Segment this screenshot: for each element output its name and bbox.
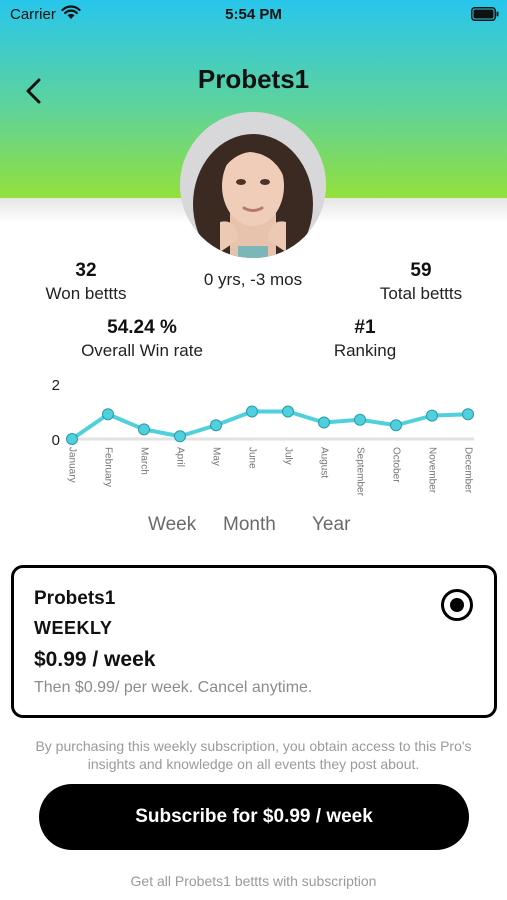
win-rate-label: Overall Win rate (81, 341, 203, 360)
age-label: 0 yrs, -3 mos (203, 270, 303, 289)
data-point (426, 409, 438, 422)
ranking-value: #1 (354, 317, 376, 338)
x-tick-label: October (390, 447, 401, 483)
data-point (138, 423, 150, 436)
plan-period: WEEKLY (34, 618, 113, 638)
data-point (282, 405, 294, 418)
won-bets-label: Won bettts (45, 284, 127, 303)
x-tick-label: February (102, 447, 113, 487)
x-tick-label: May (210, 447, 221, 466)
period-tabs: Week Month Year (0, 514, 507, 540)
ranking-label: Ranking (333, 341, 397, 360)
subscription-disclaimer: By purchasing this weekly subscription, … (35, 738, 472, 772)
ranking-stat: #1 Ranking (315, 317, 415, 361)
subscription-plan-card[interactable]: Probets1 WEEKLY $0.99 / week Then $0.99/… (11, 565, 497, 718)
total-bets-stat: 59 Total bettts (366, 260, 476, 304)
win-rate-value: 54.24 % (107, 317, 177, 338)
plan-price: $0.99 / week (34, 648, 156, 671)
profile-avatar (180, 112, 326, 258)
page-title: Probets1 (197, 64, 310, 94)
age-stat: 0 yrs, -3 mos (183, 270, 323, 290)
x-tick-label: July (282, 447, 293, 465)
x-tick-label: December (462, 447, 473, 494)
data-point (246, 405, 258, 418)
x-tick-label: September (354, 447, 365, 497)
radio-dot (450, 598, 464, 612)
x-tick-label: January (66, 447, 77, 483)
series-line (70, 409, 469, 441)
footer-note: Get all Probets1 bettts with subscriptio… (130, 873, 377, 889)
radio-selected-icon[interactable] (441, 589, 473, 621)
tab-year[interactable]: Year (312, 514, 350, 536)
total-bets-value: 59 (410, 260, 432, 281)
data-point (66, 433, 78, 445)
win-rate-stat: 54.24 % Overall Win rate (67, 317, 217, 361)
x-tick-label: November (426, 447, 437, 494)
y-tick-label: 2 (52, 377, 60, 394)
won-bets-value: 32 (75, 260, 97, 281)
plan-name: Probets1 (34, 588, 116, 609)
x-tick-label: March (138, 447, 149, 475)
data-point (354, 413, 366, 426)
battery-icon (471, 7, 499, 21)
x-tick-label: August (318, 447, 329, 478)
total-bets-label: Total bettts (379, 284, 463, 303)
monthly-bets-chart: 0 2 January February March April May June July Au… (52, 377, 474, 497)
subscribe-button[interactable]: Subscribe for $0.99 / week (39, 784, 469, 850)
status-time: 5:54 PM (225, 6, 282, 23)
tab-week[interactable]: Week (148, 514, 196, 536)
data-point (174, 430, 186, 443)
data-point (102, 408, 114, 421)
status-bar: Carrier 5:54 PM (0, 0, 507, 28)
x-tick-label: April (174, 447, 185, 467)
won-bets-stat: 32 Won bettts (36, 260, 136, 304)
data-point (462, 408, 474, 421)
data-point (318, 416, 330, 429)
data-point (210, 419, 222, 432)
tab-month[interactable]: Month (223, 514, 276, 536)
data-point (390, 419, 402, 432)
plan-note: Then $0.99/ per week. Cancel anytime. (34, 679, 313, 696)
avatar-portrait-icon (180, 112, 326, 258)
x-tick-label: June (246, 447, 257, 469)
y-tick-label: 0 (52, 432, 60, 449)
